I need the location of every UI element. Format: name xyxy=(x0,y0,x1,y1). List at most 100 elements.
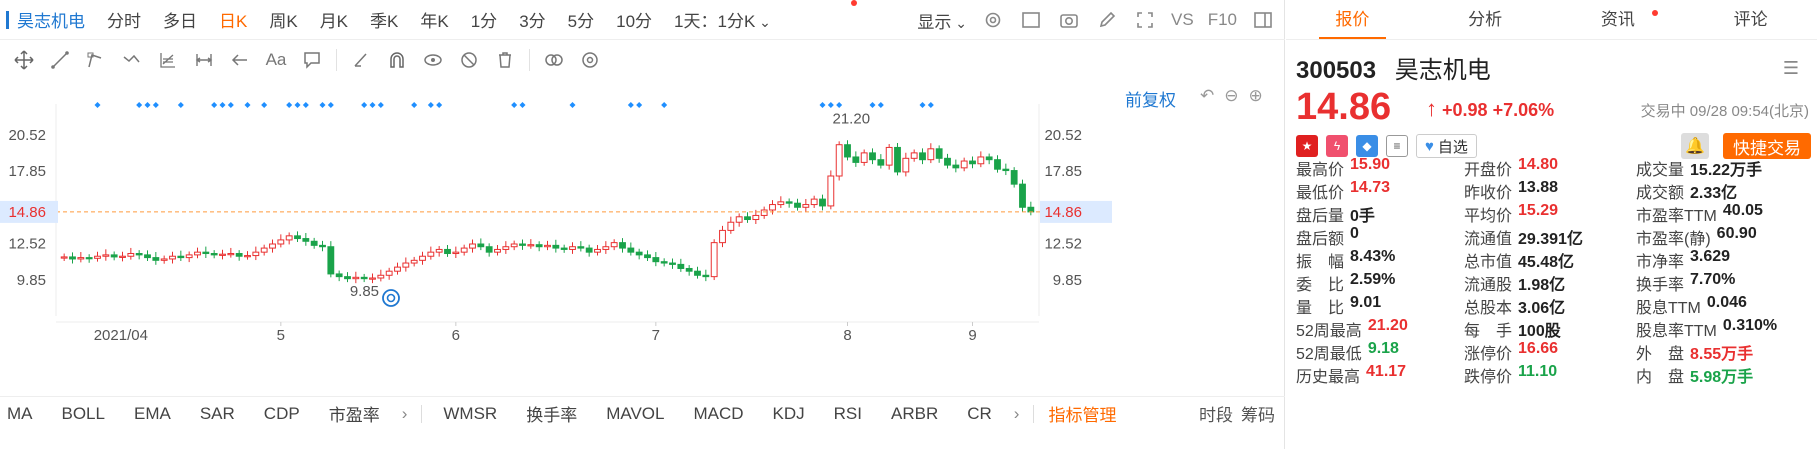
chevron-right-icon[interactable]: › xyxy=(402,404,408,424)
tab-5min[interactable]: 5分 xyxy=(568,7,594,32)
chart-type-icon[interactable] xyxy=(1019,8,1043,32)
indicator-cr[interactable]: CR xyxy=(967,404,992,424)
event-marker[interactable] xyxy=(377,102,384,108)
event-marker[interactable] xyxy=(227,102,234,108)
settings-icon[interactable] xyxy=(572,45,608,75)
vs-button[interactable]: VS xyxy=(1171,10,1194,30)
tab-daily-k[interactable]: 日K xyxy=(219,7,247,32)
tab-monthly-k[interactable]: 月K xyxy=(320,7,348,32)
indicator-arbr[interactable]: ARBR xyxy=(891,404,938,424)
hide-icon[interactable] xyxy=(451,45,487,75)
add-watchlist-button[interactable]: ♥ 自选 xyxy=(1416,134,1477,158)
tab-10min[interactable]: 10分 xyxy=(616,7,652,32)
event-marker[interactable] xyxy=(636,102,643,108)
event-marker[interactable] xyxy=(919,102,926,108)
event-marker[interactable] xyxy=(302,102,309,108)
tab-duori[interactable]: 多日 xyxy=(163,7,197,32)
display-menu[interactable]: 显示 xyxy=(917,8,967,33)
f10-button[interactable]: F10 xyxy=(1208,10,1237,30)
indicator-macd[interactable]: MACD xyxy=(693,404,743,424)
menu-icon[interactable]: ☰ xyxy=(1783,58,1799,79)
event-marker[interactable] xyxy=(219,102,226,108)
indicator-manage-button[interactable]: 指标管理 xyxy=(1048,401,1116,426)
settings-icon[interactable] xyxy=(981,8,1005,32)
move-icon[interactable] xyxy=(6,45,42,75)
event-marker[interactable] xyxy=(261,102,268,108)
event-marker[interactable] xyxy=(211,102,218,108)
fib-icon[interactable] xyxy=(150,45,186,75)
indicator-cdp[interactable]: CDP xyxy=(264,404,300,424)
note-icon[interactable]: ≡ xyxy=(1386,135,1408,157)
note-icon[interactable] xyxy=(294,45,330,75)
event-marker[interactable] xyxy=(286,102,293,108)
event-marker[interactable] xyxy=(836,102,843,108)
event-marker[interactable] xyxy=(411,102,418,108)
tab-1min[interactable]: 1分 xyxy=(471,7,497,32)
event-q-icon[interactable] xyxy=(382,289,400,307)
eye-icon[interactable] xyxy=(415,45,451,75)
indicator-rsi[interactable]: RSI xyxy=(834,404,862,424)
end-tab-0[interactable]: 时段 xyxy=(1199,401,1233,426)
tab-comments[interactable]: 评论 xyxy=(1684,0,1817,39)
indicator-mavol[interactable]: MAVOL xyxy=(606,404,664,424)
kline-chart[interactable]: 20.52 20.52 17.85 17.85 14.86 14.86 12.52 12.52… xyxy=(0,100,1285,396)
tab-fenshi[interactable]: 分时 xyxy=(107,7,141,32)
event-marker[interactable] xyxy=(136,102,143,108)
indicator-市盈率[interactable]: 市盈率 xyxy=(329,401,380,426)
event-marker[interactable] xyxy=(877,102,884,108)
tag-icon[interactable]: ◆ xyxy=(1356,135,1378,157)
end-tab-1[interactable]: 筹码 xyxy=(1241,401,1275,426)
event-marker[interactable] xyxy=(319,102,326,108)
pen-icon[interactable] xyxy=(1095,8,1119,32)
indicator-kdj[interactable]: KDJ xyxy=(773,404,805,424)
trash-icon[interactable] xyxy=(487,45,523,75)
event-marker[interactable] xyxy=(369,102,376,108)
indicator-ma[interactable]: MA xyxy=(7,404,33,424)
event-marker[interactable] xyxy=(244,102,251,108)
indicator-boll[interactable]: BOLL xyxy=(62,404,105,424)
event-marker[interactable] xyxy=(294,102,301,108)
event-marker[interactable] xyxy=(511,102,518,108)
tab-yearly-k[interactable]: 年K xyxy=(420,7,448,32)
flash-icon[interactable]: ϟ xyxy=(1326,135,1348,157)
interval-select[interactable]: 1天：1分K xyxy=(674,7,771,32)
brush-icon[interactable] xyxy=(343,45,379,75)
sidebar-toggle-icon[interactable] xyxy=(1251,8,1275,32)
event-marker[interactable] xyxy=(519,102,526,108)
tab-analysis[interactable]: 分析 xyxy=(1419,0,1552,39)
tab-3min[interactable]: 3分 xyxy=(519,7,545,32)
tab-quote[interactable]: 报价 xyxy=(1286,0,1419,39)
camera-icon[interactable] xyxy=(1057,8,1081,32)
stock-name-tab[interactable]: 昊志机电 xyxy=(0,7,85,32)
event-marker[interactable] xyxy=(869,102,876,108)
text-icon[interactable]: Aa xyxy=(258,45,294,75)
measure-icon[interactable] xyxy=(186,45,222,75)
event-marker[interactable] xyxy=(144,102,151,108)
event-marker[interactable] xyxy=(94,102,101,108)
wave-icon[interactable] xyxy=(114,45,150,75)
event-marker[interactable] xyxy=(819,102,826,108)
polyline-icon[interactable] xyxy=(78,45,114,75)
event-marker[interactable] xyxy=(436,102,443,108)
link-icon[interactable] xyxy=(536,45,572,75)
indicator-换手率[interactable]: 换手率 xyxy=(526,401,577,426)
event-marker[interactable] xyxy=(361,102,368,108)
event-marker[interactable] xyxy=(177,102,184,108)
indicator-sar[interactable]: SAR xyxy=(200,404,235,424)
event-marker[interactable] xyxy=(427,102,434,108)
event-marker[interactable] xyxy=(627,102,634,108)
tab-news[interactable]: 资讯 xyxy=(1552,0,1685,39)
line-icon[interactable] xyxy=(42,45,78,75)
tab-quarterly-k[interactable]: 季K xyxy=(370,7,398,32)
magnet-icon[interactable] xyxy=(379,45,415,75)
fullscreen-icon[interactable] xyxy=(1133,8,1157,32)
chevron-right-icon[interactable]: › xyxy=(1014,404,1020,424)
event-marker[interactable] xyxy=(327,102,334,108)
arrow-left-icon[interactable] xyxy=(222,45,258,75)
tab-weekly-k[interactable]: 周K xyxy=(269,7,297,32)
event-marker[interactable] xyxy=(827,102,834,108)
event-marker[interactable] xyxy=(661,102,668,108)
event-marker[interactable] xyxy=(152,102,159,108)
indicator-wmsr[interactable]: WMSR xyxy=(443,404,497,424)
indicator-ema[interactable]: EMA xyxy=(134,404,171,424)
